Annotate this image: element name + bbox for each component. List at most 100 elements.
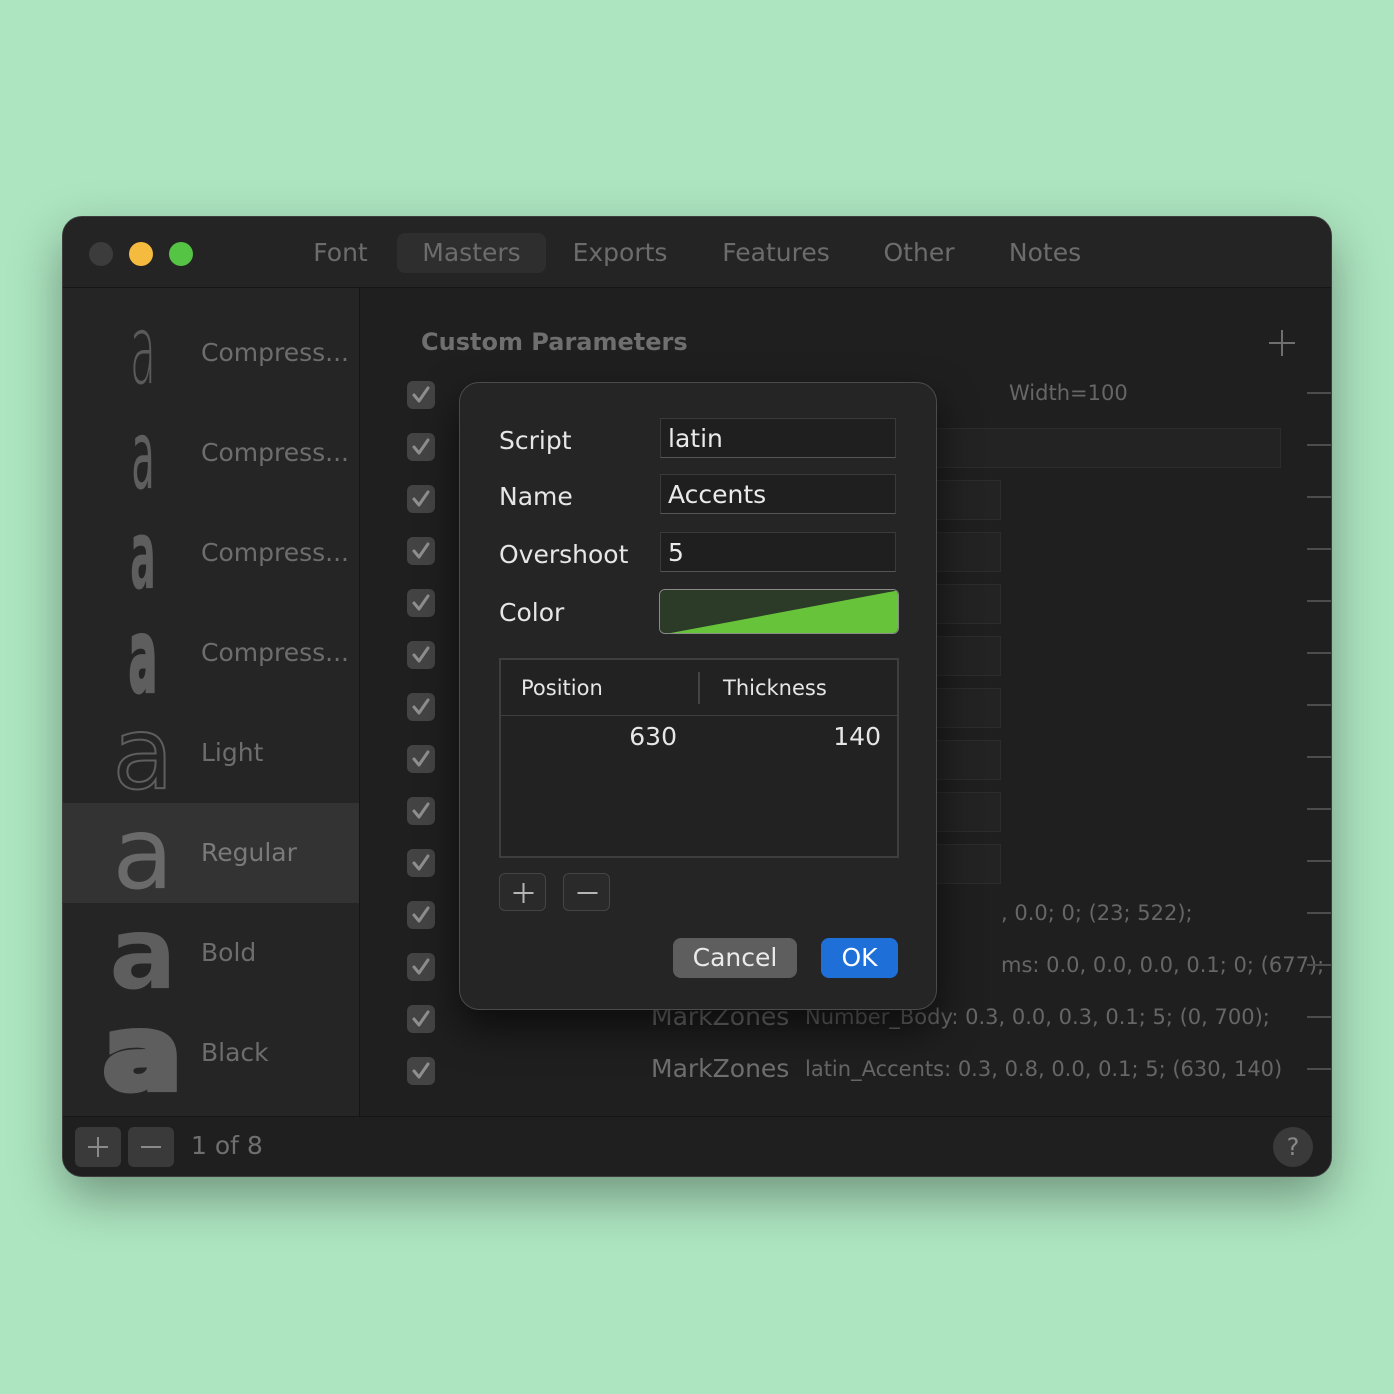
parameter-checkbox[interactable] <box>407 589 435 617</box>
parameter-checkbox[interactable] <box>407 693 435 721</box>
parameter-checkbox[interactable] <box>407 537 435 565</box>
tab-features[interactable]: Features <box>707 233 845 273</box>
parameter-value[interactable]: latin_Accents: 0.3, 0.8, 0.0, 0.1; 5; (6… <box>805 1057 1281 1081</box>
parameter-checkbox[interactable] <box>407 797 435 825</box>
svg-text:a: a <box>104 1003 182 1103</box>
parameter-checkbox[interactable] <box>407 641 435 669</box>
master-item[interactable]: a Compress... <box>63 603 359 703</box>
svg-text:a: a <box>109 903 176 1003</box>
svg-text:a: a <box>129 603 157 703</box>
row-divider-tick <box>1307 860 1331 862</box>
master-glyph-compressed-bold: a <box>130 503 156 603</box>
minimize-window-button[interactable] <box>129 242 153 266</box>
checkmark-icon <box>412 750 430 767</box>
add-zone-button[interactable] <box>499 873 546 911</box>
help-button[interactable]: ? <box>1273 1127 1313 1167</box>
master-label: Light <box>201 738 264 767</box>
parameter-checkbox[interactable] <box>407 485 435 513</box>
master-item[interactable]: a Bold <box>63 903 359 1003</box>
cancel-button[interactable]: Cancel <box>673 938 797 978</box>
master-item[interactable]: a Compress... <box>63 403 359 503</box>
parameter-value[interactable]: , 0.0; 0; (23; 522); <box>1001 901 1331 925</box>
master-label: Compress... <box>201 638 349 667</box>
master-glyph-light: a <box>111 703 174 803</box>
parameter-checkbox[interactable] <box>407 1057 435 1085</box>
zone-position-cell[interactable]: 630 <box>501 722 677 751</box>
row-divider-tick <box>1307 652 1331 654</box>
tab-masters[interactable]: Masters <box>397 233 546 273</box>
checkmark-icon <box>412 646 430 663</box>
checkmark-icon <box>412 594 430 611</box>
titlebar: Font Masters Exports Features Other Note… <box>63 217 1331 288</box>
parameter-value[interactable]: ms: 0.0, 0.0, 0.0, 0.1; 0; (677); (2 <box>1001 953 1331 977</box>
parameter-checkbox[interactable] <box>407 745 435 773</box>
checkmark-icon <box>412 958 430 975</box>
row-divider-tick <box>1307 1068 1331 1070</box>
zones-table: Position Thickness 630 140 <box>499 658 899 858</box>
alignment-zone-dialog: Script Name Overshoot Color Position Thi… <box>459 382 937 1010</box>
script-field[interactable] <box>660 418 896 458</box>
parameter-name: MarkZones <box>651 1054 790 1083</box>
master-item[interactable]: a Compress... <box>63 503 359 603</box>
checkmark-icon <box>412 1062 430 1079</box>
master-item[interactable]: a Light <box>63 703 359 803</box>
parameter-checkbox[interactable] <box>407 433 435 461</box>
remove-master-button[interactable] <box>128 1127 174 1167</box>
overshoot-label: Overshoot <box>499 540 629 569</box>
svg-text:a: a <box>130 303 156 403</box>
master-item[interactable]: a Compress... <box>63 303 359 403</box>
master-label: Compress... <box>201 538 349 567</box>
svg-text:a: a <box>131 403 154 503</box>
master-label: Regular <box>201 838 297 867</box>
master-label: Black <box>201 1038 269 1067</box>
svg-text:a: a <box>112 803 173 903</box>
tab-exports[interactable]: Exports <box>555 233 685 273</box>
parameter-checkbox[interactable] <box>407 849 435 877</box>
plus-icon <box>88 1137 108 1157</box>
add-master-button[interactable] <box>75 1127 121 1167</box>
master-item[interactable]: a Black <box>63 1003 359 1103</box>
close-window-button[interactable] <box>89 242 113 266</box>
row-divider-tick <box>1307 756 1331 758</box>
master-label: Compress... <box>201 338 349 367</box>
master-glyph-compressed-black: a <box>128 603 159 703</box>
row-divider-tick <box>1307 912 1331 914</box>
color-well[interactable] <box>659 589 899 634</box>
remove-zone-button[interactable] <box>563 873 610 911</box>
zoom-window-button[interactable] <box>169 242 193 266</box>
parameter-value-field[interactable] <box>881 428 1281 468</box>
checkmark-icon <box>412 386 430 403</box>
zone-thickness-cell[interactable]: 140 <box>701 722 881 751</box>
tab-notes[interactable]: Notes <box>995 233 1095 273</box>
parameter-value[interactable]: Width=100 <box>1009 381 1331 405</box>
tab-other[interactable]: Other <box>869 233 969 273</box>
minus-icon <box>141 1146 161 1148</box>
row-divider-tick <box>1307 964 1331 966</box>
tab-font[interactable]: Font <box>293 233 388 273</box>
section-title: Custom Parameters <box>421 328 688 356</box>
master-item-selected[interactable]: a Regular <box>63 803 359 903</box>
parameter-checkbox[interactable] <box>407 901 435 929</box>
name-field[interactable] <box>660 474 896 514</box>
master-glyph-black: a <box>99 1003 185 1103</box>
row-divider-tick <box>1307 600 1331 602</box>
column-header-position[interactable]: Position <box>521 660 603 716</box>
svg-text:a: a <box>130 503 156 603</box>
checkmark-icon <box>412 490 430 507</box>
overshoot-field[interactable] <box>660 532 896 572</box>
ok-button[interactable]: OK <box>821 938 898 978</box>
parameter-checkbox[interactable] <box>407 953 435 981</box>
row-divider-tick <box>1307 704 1331 706</box>
column-header-thickness[interactable]: Thickness <box>723 660 827 716</box>
row-divider-tick <box>1307 548 1331 550</box>
master-glyph-bold: a <box>109 903 176 1003</box>
parameter-checkbox[interactable] <box>407 1005 435 1033</box>
row-divider-tick <box>1307 444 1331 446</box>
master-label: Compress... <box>201 438 349 467</box>
parameter-row[interactable]: MarkZones latin_Accents: 0.3, 0.8, 0.0, 0… <box>361 1046 1331 1098</box>
add-parameter-icon[interactable] <box>1267 328 1297 358</box>
zones-table-header: Position Thickness <box>501 660 897 716</box>
checkmark-icon <box>412 906 430 923</box>
name-label: Name <box>499 482 573 511</box>
parameter-checkbox[interactable] <box>407 381 435 409</box>
